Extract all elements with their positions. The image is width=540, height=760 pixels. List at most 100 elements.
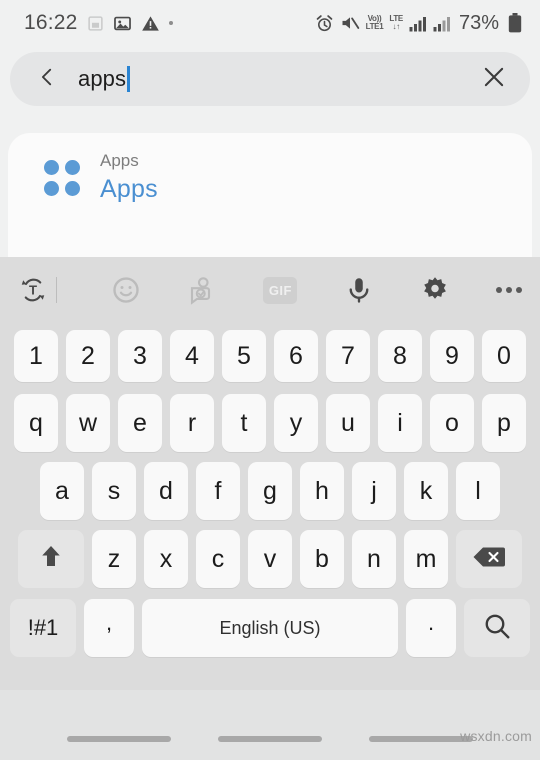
key-j[interactable]: j: [352, 462, 396, 520]
key-4[interactable]: 4: [170, 330, 214, 382]
key-8[interactable]: 8: [378, 330, 422, 382]
small-dot-icon: [168, 21, 173, 25]
signal-bars-2-icon: [433, 15, 451, 32]
settings-gear-icon[interactable]: [420, 275, 450, 305]
key-o[interactable]: o: [430, 394, 474, 452]
recents-gesture-bar[interactable]: [67, 736, 172, 742]
key-m[interactable]: m: [404, 530, 448, 588]
more-options-icon[interactable]: [496, 287, 523, 293]
search-bar-container: apps: [10, 52, 530, 106]
key-y[interactable]: y: [274, 394, 318, 452]
key-0[interactable]: 0: [482, 330, 526, 382]
warning-triangle-icon: [141, 14, 160, 33]
keyboard-row-function: !#1 , English (US) .: [0, 593, 540, 663]
keyboard-row-top: q w e r t y u i o p: [0, 389, 540, 457]
battery-percent: 73%: [458, 11, 499, 34]
key-7[interactable]: 7: [326, 330, 370, 382]
signal-bars-1-icon: [409, 15, 427, 32]
navigation-bar: wsxdn.com: [0, 690, 540, 760]
search-input[interactable]: apps: [64, 66, 476, 92]
alarm-icon: [315, 14, 334, 33]
key-d[interactable]: d: [144, 462, 188, 520]
image-icon: [113, 14, 132, 33]
list-item[interactable]: Apps Apps: [8, 133, 532, 204]
keyboard: T GIF 1 2 3 4 5 6 7 8 9 0 q w e r t y u …: [0, 257, 540, 690]
key-l[interactable]: l: [456, 462, 500, 520]
navigation-gesture-bars: [0, 736, 540, 742]
symbols-key[interactable]: !#1: [10, 599, 76, 657]
key-t[interactable]: t: [222, 394, 266, 452]
result-title[interactable]: Apps: [100, 175, 158, 204]
toolbar-divider: [56, 277, 57, 303]
close-x-icon: [481, 64, 507, 95]
watermark: wsxdn.com: [460, 728, 532, 744]
key-v[interactable]: v: [248, 530, 292, 588]
keyboard-toolbar: T GIF: [0, 257, 540, 323]
key-h[interactable]: h: [300, 462, 344, 520]
key-6[interactable]: 6: [274, 330, 318, 382]
status-bar: 16:22 Vo)) LTE1 LTE ↓↑ 73%: [0, 0, 540, 46]
gif-label: GIF: [263, 276, 298, 304]
key-n[interactable]: n: [352, 530, 396, 588]
keyboard-row-home: a s d f g h j k l: [0, 457, 540, 525]
result-text-block: Apps Apps: [100, 151, 158, 204]
status-bar-right: Vo)) LTE1 LTE ↓↑ 73%: [315, 12, 522, 35]
key-p[interactable]: p: [482, 394, 526, 452]
key-9[interactable]: 9: [430, 330, 474, 382]
key-r[interactable]: r: [170, 394, 214, 452]
translate-t-icon[interactable]: T: [18, 275, 48, 305]
status-bar-left: 16:22: [24, 11, 315, 35]
search-key[interactable]: [464, 599, 530, 657]
key-a[interactable]: a: [40, 462, 84, 520]
key-5[interactable]: 5: [222, 330, 266, 382]
key-1[interactable]: 1: [14, 330, 58, 382]
key-f[interactable]: f: [196, 462, 240, 520]
key-c[interactable]: c: [196, 530, 240, 588]
volte-icon: Vo)) LTE1: [365, 14, 384, 31]
search-input-value: apps: [78, 66, 127, 91]
svg-text:T: T: [29, 283, 37, 298]
sticker-icon[interactable]: [187, 275, 217, 305]
home-gesture-bar[interactable]: [217, 736, 322, 742]
key-i[interactable]: i: [378, 394, 422, 452]
back-button[interactable]: [30, 62, 64, 96]
gif-icon[interactable]: GIF: [263, 276, 298, 304]
key-z[interactable]: z: [92, 530, 136, 588]
key-e[interactable]: e: [118, 394, 162, 452]
key-u[interactable]: u: [326, 394, 370, 452]
search-bar[interactable]: apps: [10, 52, 530, 106]
key-g[interactable]: g: [248, 462, 292, 520]
search-results-card: Apps Apps: [8, 133, 532, 257]
backspace-key[interactable]: [456, 530, 522, 588]
keyboard-row-home-inner: a s d f g h j k l: [8, 462, 532, 520]
backspace-icon: [472, 544, 506, 575]
text-caret: [127, 66, 130, 92]
key-3[interactable]: 3: [118, 330, 162, 382]
key-w[interactable]: w: [66, 394, 110, 452]
key-k[interactable]: k: [404, 462, 448, 520]
keyboard-row-numbers: 1 2 3 4 5 6 7 8 9 0: [0, 323, 540, 389]
key-q[interactable]: q: [14, 394, 58, 452]
search-magnifier-icon: [482, 611, 512, 646]
keyboard-row-bottom: z x c v b n m: [0, 525, 540, 593]
key-b[interactable]: b: [300, 530, 344, 588]
battery-icon: [508, 13, 522, 33]
mute-icon: [340, 13, 360, 33]
sim-card-icon: [87, 15, 104, 32]
key-x[interactable]: x: [144, 530, 188, 588]
microphone-icon[interactable]: [344, 275, 374, 305]
apps-grid-icon: [44, 159, 80, 196]
status-time: 16:22: [24, 11, 78, 34]
lte-data-icon: LTE ↓↑: [389, 14, 403, 31]
back-gesture-bar[interactable]: [368, 736, 473, 742]
key-s[interactable]: s: [92, 462, 136, 520]
comma-key[interactable]: ,: [84, 599, 134, 657]
key-2[interactable]: 2: [66, 330, 110, 382]
shift-key[interactable]: [18, 530, 84, 588]
chevron-left-icon: [36, 66, 58, 93]
space-key[interactable]: English (US): [142, 599, 398, 657]
period-key[interactable]: .: [406, 599, 456, 657]
clear-search-button[interactable]: [476, 61, 512, 97]
result-category: Apps: [100, 151, 139, 170]
emoji-icon[interactable]: [111, 275, 141, 305]
